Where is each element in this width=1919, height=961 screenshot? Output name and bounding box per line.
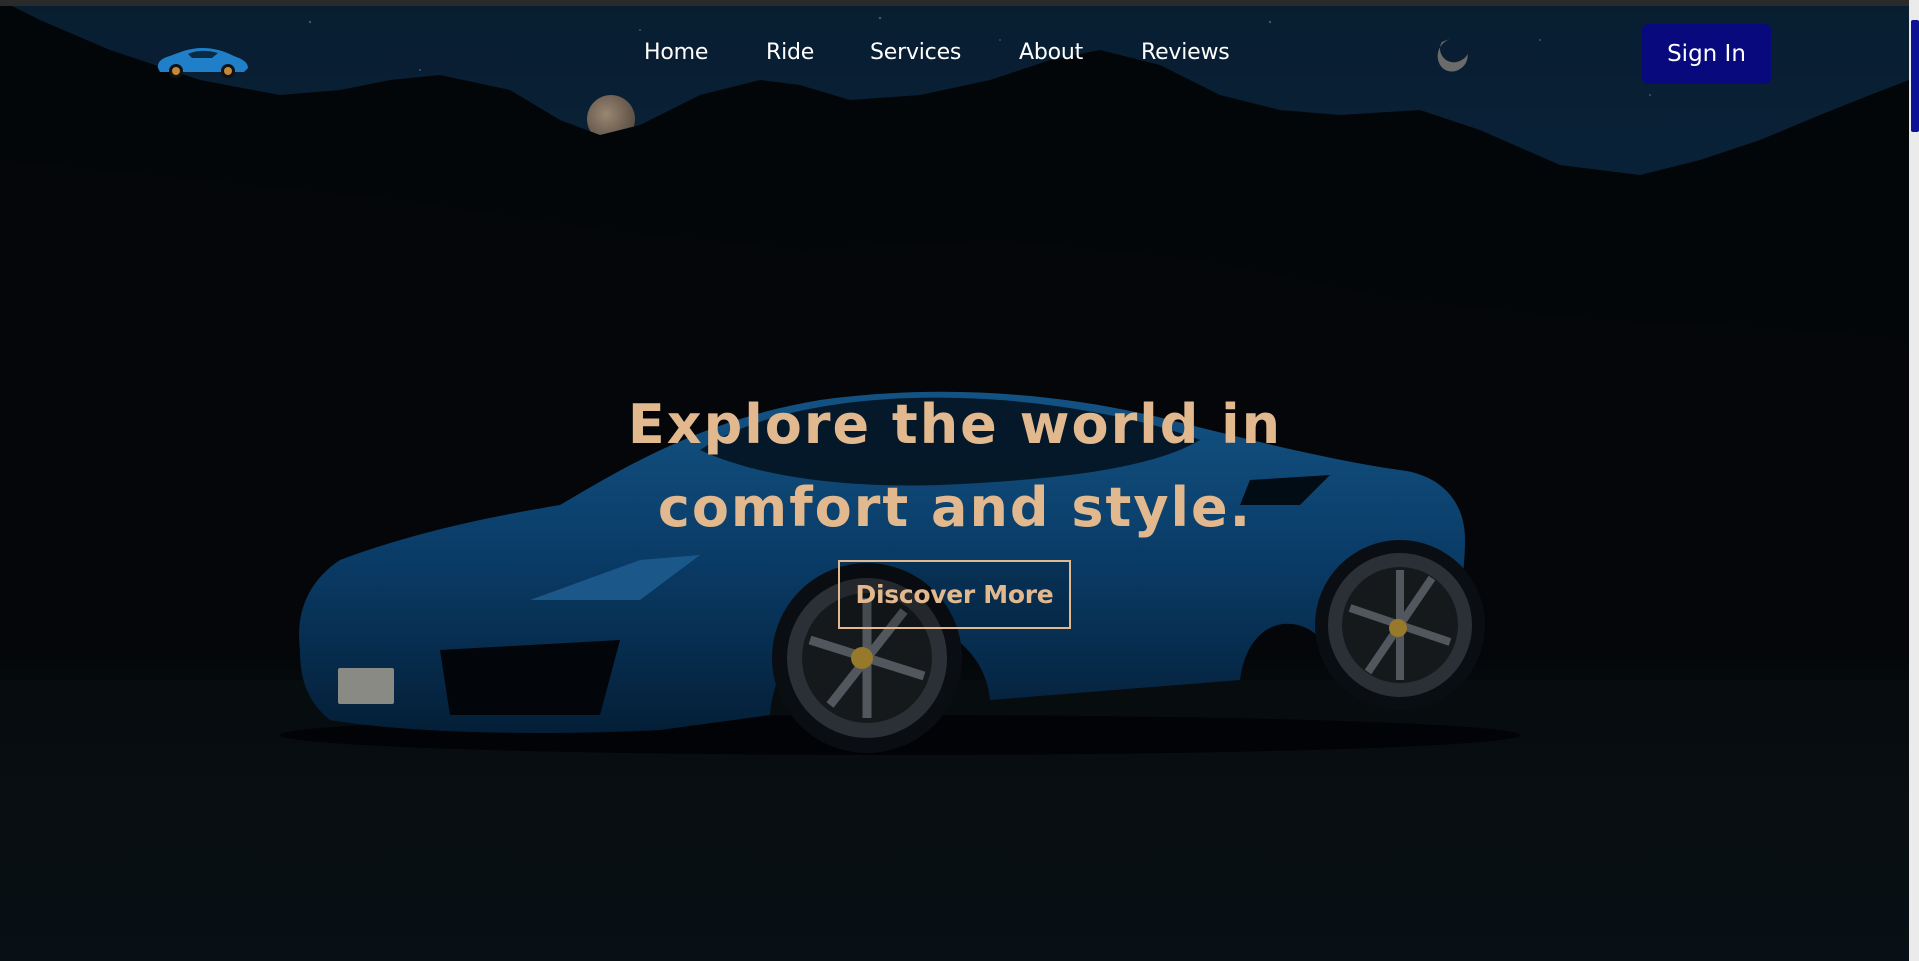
moon-icon[interactable] (1431, 36, 1469, 74)
sign-in-button[interactable]: Sign In (1642, 24, 1771, 84)
nav-ride[interactable]: Ride (766, 40, 814, 65)
nav-services[interactable]: Services (870, 40, 961, 65)
main-nav: Home Ride Services About Reviews (0, 32, 1909, 76)
browser-top-strip (0, 0, 1919, 6)
landing-page: Home Ride Services About Reviews Sign In… (0, 0, 1919, 961)
hero-headline-line-1: Explore the world in (627, 393, 1283, 456)
nav-reviews[interactable]: Reviews (1141, 40, 1230, 65)
scrollbar-thumb[interactable] (1911, 20, 1919, 132)
hero-headline: Explore the world in comfort and style. (520, 383, 1390, 549)
nav-about[interactable]: About (1019, 40, 1083, 65)
discover-more-button[interactable]: Discover More (838, 560, 1071, 629)
scrollbar-track[interactable] (1909, 0, 1919, 961)
hero-headline-line-2: comfort and style. (657, 476, 1253, 539)
nav-home[interactable]: Home (644, 40, 708, 65)
